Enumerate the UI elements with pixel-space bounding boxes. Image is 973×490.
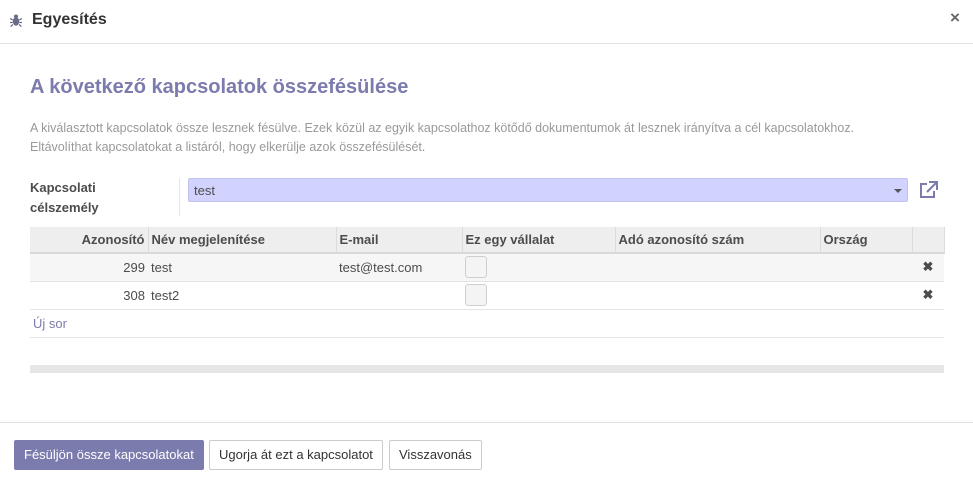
- destination-label: Kapcsolati célszemély: [30, 178, 170, 218]
- skip-contact-button[interactable]: Ugorja át ezt a kapcsolatot: [209, 440, 383, 470]
- add-line-link[interactable]: Új sor: [33, 316, 67, 331]
- external-link-icon[interactable]: [918, 181, 938, 199]
- column-header-country[interactable]: Ország: [820, 227, 913, 254]
- delete-row-icon[interactable]: ✖: [912, 253, 944, 282]
- description-line-2: Eltávolíthat kapcsolatokat a listáról, h…: [30, 140, 426, 154]
- close-icon[interactable]: ×: [950, 9, 960, 27]
- dialog-footer: Fésüljön össze kapcsolatokat Ugorja át e…: [0, 422, 973, 490]
- column-header-vat[interactable]: Adó azonosító szám: [615, 227, 821, 254]
- description-line-1: A kiválasztott kapcsolatok össze lesznek…: [30, 121, 855, 135]
- cancel-button[interactable]: Visszavonás: [389, 440, 482, 470]
- cell-country: [820, 281, 912, 310]
- partners-table: Azonosító Név megjelenítése E-mail Ez eg…: [30, 227, 945, 366]
- cell-is-company: [462, 253, 615, 282]
- column-header-id[interactable]: Azonosító: [30, 227, 149, 254]
- column-header-email[interactable]: E-mail: [336, 227, 463, 254]
- destination-contact-select[interactable]: test: [188, 178, 908, 202]
- cell-id: 308: [30, 281, 148, 310]
- table-header-row: Azonosító Név megjelenítése E-mail Ez eg…: [30, 227, 945, 254]
- bug-icon: [9, 14, 23, 27]
- dialog-header: Egyesítés ×: [0, 0, 973, 44]
- table-row[interactable]: 299 test test@test.com ✖: [30, 253, 944, 282]
- chevron-down-icon[interactable]: [894, 189, 902, 193]
- table-row[interactable]: 308 test2 ✖: [30, 281, 944, 310]
- merge-contacts-button[interactable]: Fésüljön össze kapcsolatokat: [14, 440, 204, 470]
- table-scrollbar[interactable]: [30, 365, 944, 373]
- is-company-checkbox[interactable]: [465, 256, 487, 279]
- page-heading: A következő kapcsolatok összefésülése: [30, 76, 409, 98]
- destination-label-line-1: Kapcsolati: [30, 180, 96, 195]
- delete-row-icon[interactable]: ✖: [912, 281, 944, 310]
- column-header-actions: [912, 227, 945, 254]
- cell-vat: [615, 253, 820, 282]
- dialog-title: Egyesítés: [32, 11, 107, 28]
- cell-email: test@test.com: [336, 253, 462, 282]
- empty-row: [30, 337, 944, 366]
- cell-name: test: [148, 253, 336, 282]
- cell-is-company: [462, 281, 615, 310]
- add-row: Új sor: [30, 309, 944, 338]
- is-company-checkbox[interactable]: [465, 284, 487, 306]
- cell-id: 299: [30, 253, 148, 282]
- cell-email: [336, 281, 462, 310]
- column-header-name[interactable]: Név megjelenítése: [148, 227, 337, 254]
- column-header-is-company[interactable]: Ez egy vállalat: [462, 227, 616, 254]
- destination-contact-value: test: [194, 183, 215, 198]
- cell-country: [820, 253, 912, 282]
- label-divider: [179, 178, 180, 216]
- description: A kiválasztott kapcsolatok össze lesznek…: [30, 119, 930, 157]
- destination-label-line-2: célszemély: [30, 200, 99, 215]
- cell-vat: [615, 281, 820, 310]
- cell-name: test2: [148, 281, 336, 310]
